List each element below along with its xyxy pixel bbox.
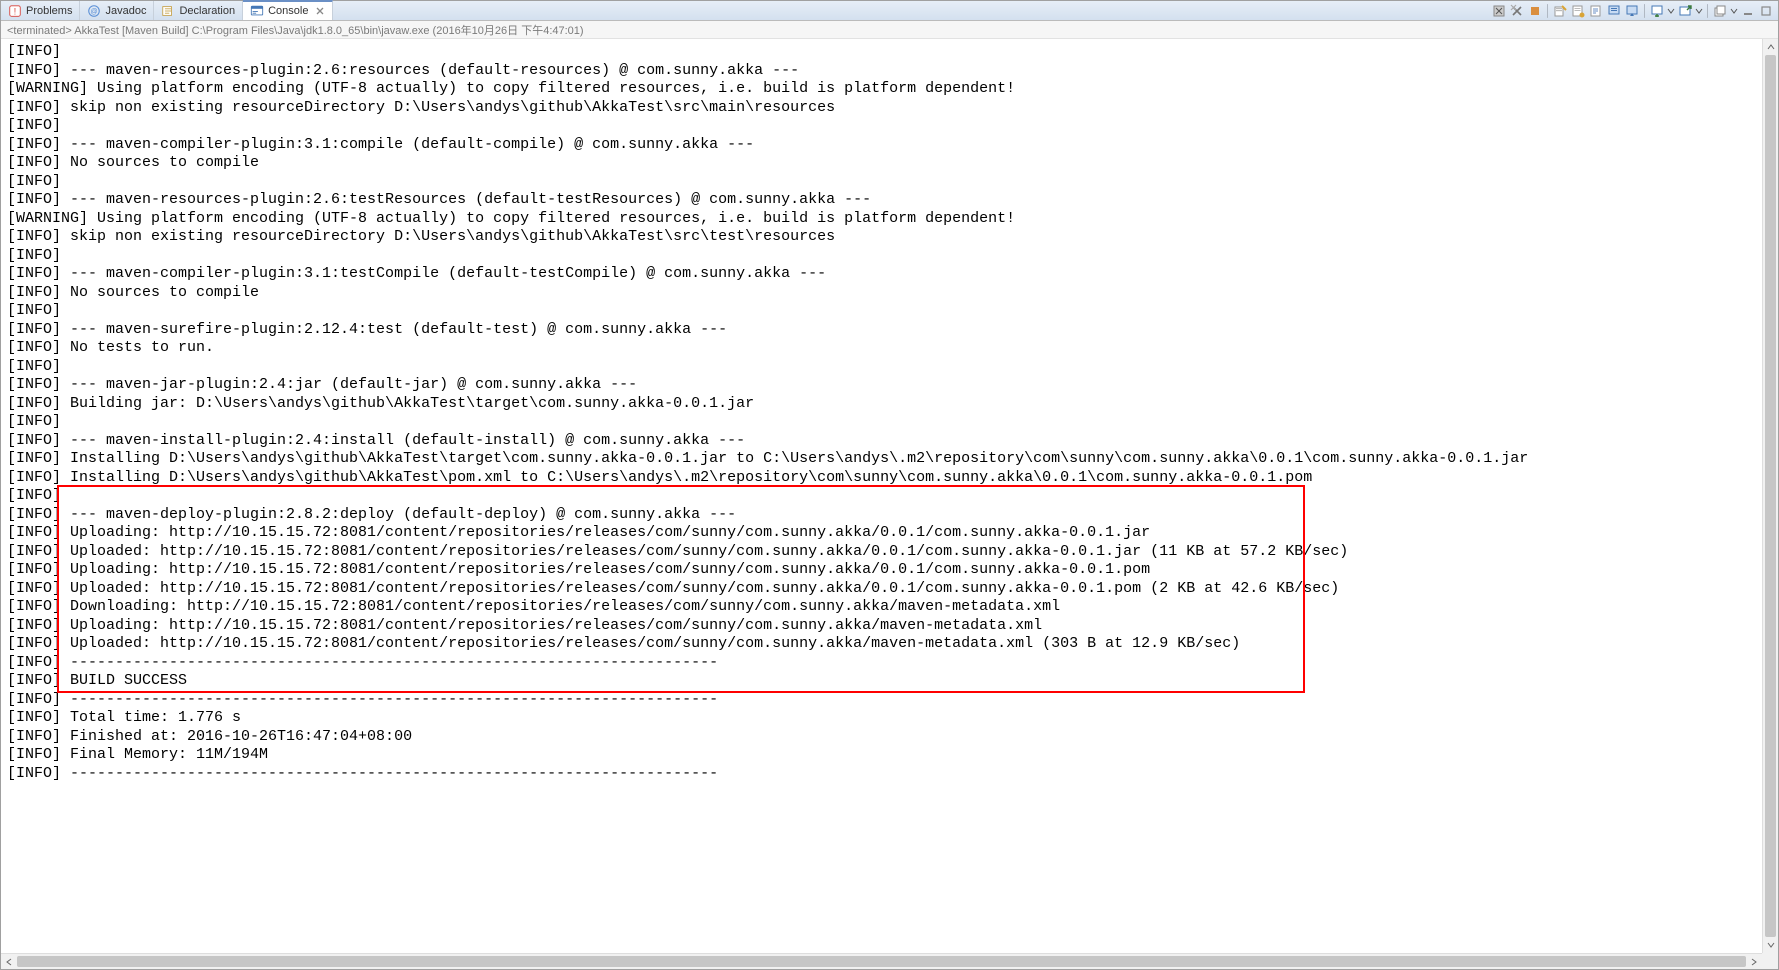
new-console-view-button[interactable]	[1712, 3, 1728, 19]
console-line: [INFO] --- maven-resources-plugin:2.6:re…	[7, 62, 1756, 81]
console-line: [INFO] --- maven-resources-plugin:2.6:te…	[7, 191, 1756, 210]
console-line: [INFO] Uploaded: http://10.15.15.72:8081…	[7, 543, 1756, 562]
console-line: [INFO] Installing D:\Users\andys\github\…	[7, 450, 1756, 469]
console-line: [INFO] --- maven-deploy-plugin:2.8.2:dep…	[7, 506, 1756, 525]
problems-icon: !	[8, 4, 22, 18]
console-icon	[250, 4, 264, 18]
console-toolbar	[1491, 1, 1774, 20]
console-line: [INFO]	[7, 247, 1756, 266]
tab-declaration[interactable]: Declaration	[154, 1, 243, 20]
console-line: [WARNING] Using platform encoding (UTF-8…	[7, 80, 1756, 99]
scrollbar-track[interactable]	[1763, 55, 1778, 937]
console-line: [INFO] Uploaded: http://10.15.15.72:8081…	[7, 580, 1756, 599]
console-line: [INFO] No sources to compile	[7, 154, 1756, 173]
console-line: [INFO] Final Memory: 11M/194M	[7, 746, 1756, 765]
scroll-lock-button[interactable]	[1570, 3, 1586, 19]
console-line: [INFO]	[7, 487, 1756, 506]
process-label-text: <terminated> AkkaTest [Maven Build] C:\P…	[7, 22, 584, 38]
console-line: [INFO] No tests to run.	[7, 339, 1756, 358]
console-line: [INFO] Uploaded: http://10.15.15.72:8081…	[7, 635, 1756, 654]
tab-label: Declaration	[179, 5, 235, 17]
scroll-up-icon[interactable]	[1763, 39, 1778, 55]
scrollbar-thumb[interactable]	[17, 956, 1746, 967]
process-label: <terminated> AkkaTest [Maven Build] C:\P…	[1, 21, 1778, 39]
tab-label: Console	[268, 5, 308, 17]
remove-launch-button[interactable]	[1491, 3, 1507, 19]
console-line: [INFO] --- maven-jar-plugin:2.4:jar (def…	[7, 376, 1756, 395]
separator	[1547, 4, 1548, 18]
chevron-down-icon[interactable]	[1730, 3, 1738, 19]
console-line: [INFO]	[7, 302, 1756, 321]
console-body-wrapper: [INFO][INFO] --- maven-resources-plugin:…	[1, 39, 1778, 969]
javadoc-icon: @	[87, 4, 101, 18]
close-icon[interactable]	[315, 6, 325, 16]
tab-label: Javadoc	[105, 5, 146, 17]
console-line: [INFO] Installing D:\Users\andys\github\…	[7, 469, 1756, 488]
chevron-down-icon[interactable]	[1695, 3, 1703, 19]
tab-label: Problems	[26, 5, 72, 17]
console-line: [INFO] --- maven-install-plugin:2.4:inst…	[7, 432, 1756, 451]
chevron-down-icon[interactable]	[1667, 3, 1675, 19]
console-line: [INFO] skip non existing resourceDirecto…	[7, 99, 1756, 118]
console-line: [INFO] skip non existing resourceDirecto…	[7, 228, 1756, 247]
console-line: [INFO] --- maven-compiler-plugin:3.1:com…	[7, 136, 1756, 155]
console-line: [INFO] Total time: 1.776 s	[7, 709, 1756, 728]
maximize-view-button[interactable]	[1758, 3, 1774, 19]
scroll-left-icon[interactable]	[1, 954, 17, 969]
console-line: [INFO] No sources to compile	[7, 284, 1756, 303]
console-line: [INFO] Building jar: D:\Users\andys\gith…	[7, 395, 1756, 414]
separator	[1644, 4, 1645, 18]
declaration-icon	[161, 4, 175, 18]
console-line: [INFO] Uploading: http://10.15.15.72:808…	[7, 617, 1756, 636]
console-output[interactable]: [INFO][INFO] --- maven-resources-plugin:…	[1, 39, 1762, 953]
scrollbar-thumb[interactable]	[1765, 55, 1776, 937]
console-line: [INFO]	[7, 117, 1756, 136]
pin-console-button[interactable]	[1606, 3, 1622, 19]
svg-text:!: !	[14, 6, 16, 16]
console-line: [INFO] Uploading: http://10.15.15.72:808…	[7, 524, 1756, 543]
console-line: [INFO] Downloading: http://10.15.15.72:8…	[7, 598, 1756, 617]
console-line: [INFO] BUILD SUCCESS	[7, 672, 1756, 691]
svg-text:@: @	[91, 8, 98, 15]
open-console-button[interactable]	[1677, 3, 1693, 19]
console-line: [WARNING] Using platform encoding (UTF-8…	[7, 210, 1756, 229]
remove-all-terminated-button[interactable]	[1509, 3, 1525, 19]
show-when-stdout-button[interactable]	[1624, 3, 1640, 19]
tab-problems[interactable]: ! Problems	[1, 1, 80, 20]
tab-console[interactable]: Console	[243, 0, 333, 20]
console-line: [INFO]	[7, 43, 1756, 62]
console-line: [INFO] Finished at: 2016-10-26T16:47:04+…	[7, 728, 1756, 747]
vertical-scrollbar[interactable]	[1762, 39, 1778, 953]
scrollbar-corner	[1762, 953, 1778, 969]
console-line: [INFO] ---------------------------------…	[7, 654, 1756, 673]
tab-javadoc[interactable]: @ Javadoc	[80, 1, 154, 20]
eclipse-console-view: ! Problems @ Javadoc Declaration Console	[0, 0, 1779, 970]
console-line: [INFO]	[7, 358, 1756, 377]
scroll-right-icon[interactable]	[1746, 954, 1762, 969]
console-line: [INFO]	[7, 413, 1756, 432]
terminate-button[interactable]	[1527, 3, 1543, 19]
console-line: [INFO] --- maven-compiler-plugin:3.1:tes…	[7, 265, 1756, 284]
horizontal-scrollbar[interactable]	[1, 953, 1762, 969]
console-line: [INFO] ---------------------------------…	[7, 691, 1756, 710]
console-line: [INFO] --- maven-surefire-plugin:2.12.4:…	[7, 321, 1756, 340]
console-line: [INFO] ---------------------------------…	[7, 765, 1756, 784]
display-selected-console-button[interactable]	[1649, 3, 1665, 19]
scroll-down-icon[interactable]	[1763, 937, 1778, 953]
view-tabstrip: ! Problems @ Javadoc Declaration Console	[1, 1, 1778, 21]
console-line: [INFO]	[7, 173, 1756, 192]
separator	[1707, 4, 1708, 18]
minimize-view-button[interactable]	[1740, 3, 1756, 19]
scrollbar-track[interactable]	[17, 954, 1746, 969]
word-wrap-button[interactable]	[1588, 3, 1604, 19]
clear-console-button[interactable]	[1552, 3, 1568, 19]
console-line: [INFO] Uploading: http://10.15.15.72:808…	[7, 561, 1756, 580]
